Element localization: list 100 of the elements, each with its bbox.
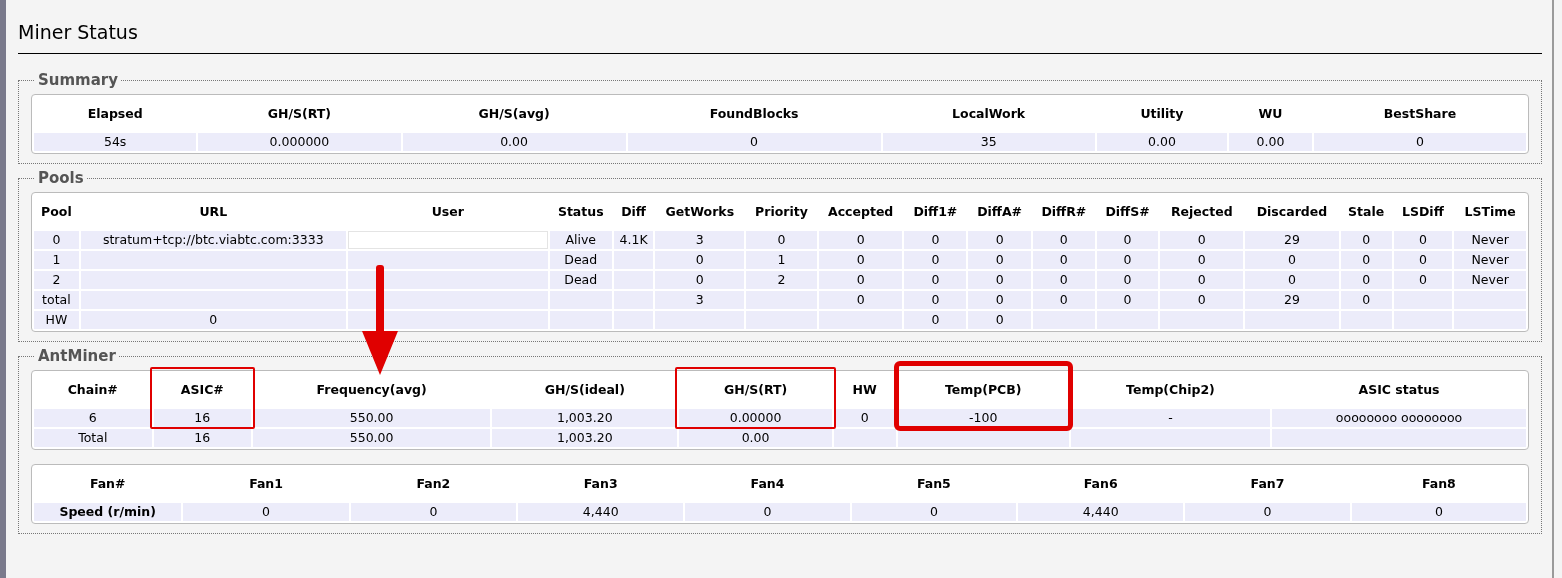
table-cell: 0: [968, 311, 1031, 329]
column-header: BestShare: [1382, 105, 1458, 123]
table-cell: 6: [34, 409, 152, 427]
table-cell: 0: [1096, 271, 1159, 289]
table-cell: 0: [1340, 231, 1392, 249]
table-cell: 0: [904, 291, 967, 309]
table-cell: 0: [1096, 251, 1159, 269]
column-header: Fan2: [415, 475, 452, 493]
column-header: GH/S(RT): [266, 105, 333, 123]
table-cell: 550.00: [253, 409, 491, 427]
column-header: GH/S(ideal): [543, 381, 626, 399]
table-cell: 0.00: [402, 133, 626, 151]
table-cell: 0: [1340, 271, 1392, 289]
table-cell: 0: [833, 409, 896, 427]
section-legend: AntMiner: [35, 348, 119, 364]
table-cell: 0: [1393, 271, 1453, 289]
table-cell: 0: [34, 231, 79, 249]
table-cell: 0: [818, 271, 903, 289]
table-cell: 0: [1160, 251, 1244, 269]
page-title: Miner Status: [18, 20, 139, 45]
table-cell: oooooooo oooooooo: [1272, 409, 1526, 427]
section-legend: Pools: [35, 170, 87, 186]
column-header: Chain#: [66, 381, 119, 399]
column-header: Diff: [620, 203, 647, 221]
table-cell: 0.00: [1096, 133, 1228, 151]
column-header: Fan5: [915, 475, 952, 493]
column-header: FoundBlocks: [708, 105, 800, 123]
table-cell: 0: [1393, 231, 1453, 249]
table-cell: 0: [904, 311, 967, 329]
column-header: Discarded: [1255, 203, 1329, 221]
table-cell: 0: [183, 503, 349, 521]
table-cell: 0.000000: [198, 133, 401, 151]
table-cell: total: [34, 291, 79, 309]
column-header: GetWorks: [664, 203, 736, 221]
table-cell: Alive: [549, 231, 612, 249]
table-cell: 550.00: [253, 429, 491, 447]
table-cell: HW: [34, 311, 79, 329]
column-header: Accepted: [827, 203, 895, 221]
column-header: Fan4: [749, 475, 786, 493]
column-header: Rejected: [1169, 203, 1234, 221]
table-cell: -100: [897, 409, 1069, 427]
column-header: Pool: [40, 203, 73, 221]
column-header: LocalWork: [951, 105, 1027, 123]
column-header: DiffA#: [976, 203, 1024, 221]
table-cell: 0: [350, 503, 517, 521]
table-cell: 0: [1245, 271, 1339, 289]
table-cell: 0: [904, 231, 967, 249]
table-cell: 1: [34, 251, 79, 269]
column-header: DiffS#: [1104, 203, 1151, 221]
table-cell: 2: [34, 271, 79, 289]
table-cell: 16: [153, 429, 252, 447]
column-header: User: [430, 203, 465, 221]
table-cell: 4,440: [1018, 503, 1184, 521]
table-cell: 0: [1160, 271, 1244, 289]
table-cell: 3: [655, 231, 745, 249]
table-cell: 0: [655, 271, 745, 289]
table-cell: 0: [1096, 291, 1159, 309]
table-cell: 0: [1032, 291, 1095, 309]
table-cell: 35: [882, 133, 1095, 151]
table-cell: 0: [851, 503, 1017, 521]
table-cell: 1: [746, 251, 817, 269]
table-cell: 0: [904, 271, 967, 289]
column-header: Utility: [1139, 105, 1185, 123]
column-header: HW: [851, 381, 878, 399]
column-header: GH/S(RT): [722, 381, 789, 399]
table-cell: 16: [153, 409, 252, 427]
table-cell: 0: [968, 291, 1031, 309]
column-header: LSDiff: [1401, 203, 1445, 221]
column-header: Frequency(avg): [315, 381, 428, 399]
column-header: URL: [198, 203, 229, 221]
table-cell: 0: [1313, 133, 1526, 151]
table-cell: 54s: [34, 133, 197, 151]
column-header: Fan1: [248, 475, 284, 493]
table-cell: 29: [1245, 291, 1339, 309]
column-header: Fan#: [88, 475, 127, 493]
table-cell: 0: [746, 231, 817, 249]
table-cell: 0: [1340, 291, 1392, 309]
column-header: ASIC#: [179, 381, 225, 399]
column-header: Temp(PCB): [943, 381, 1023, 399]
table-cell: 0: [1032, 231, 1095, 249]
column-header: GH/S(avg): [477, 105, 551, 123]
table-cell: 4,440: [518, 503, 684, 521]
table-cell: 0.00: [1229, 133, 1312, 151]
table-cell: 0: [1351, 503, 1526, 521]
table-cell: 0: [968, 231, 1031, 249]
table-cell: Never: [1454, 251, 1526, 269]
column-header: DiffR#: [1040, 203, 1088, 221]
table-cell: 2: [746, 271, 817, 289]
table-cell: 0: [968, 271, 1031, 289]
column-header: Fan8: [1420, 475, 1457, 493]
column-header: Elapsed: [86, 105, 144, 123]
table-cell: 0: [818, 291, 903, 309]
table-cell: 0: [1160, 291, 1244, 309]
table-cell: 0: [1245, 251, 1339, 269]
table-cell: 0: [1340, 251, 1392, 269]
table-cell: 0: [1393, 251, 1453, 269]
table-cell: Total: [34, 429, 152, 447]
table-cell: Never: [1454, 271, 1526, 289]
table-cell: Never: [1454, 231, 1526, 249]
table-cell: stratum+tcp://btc.viabtc.com:3333: [80, 231, 346, 249]
